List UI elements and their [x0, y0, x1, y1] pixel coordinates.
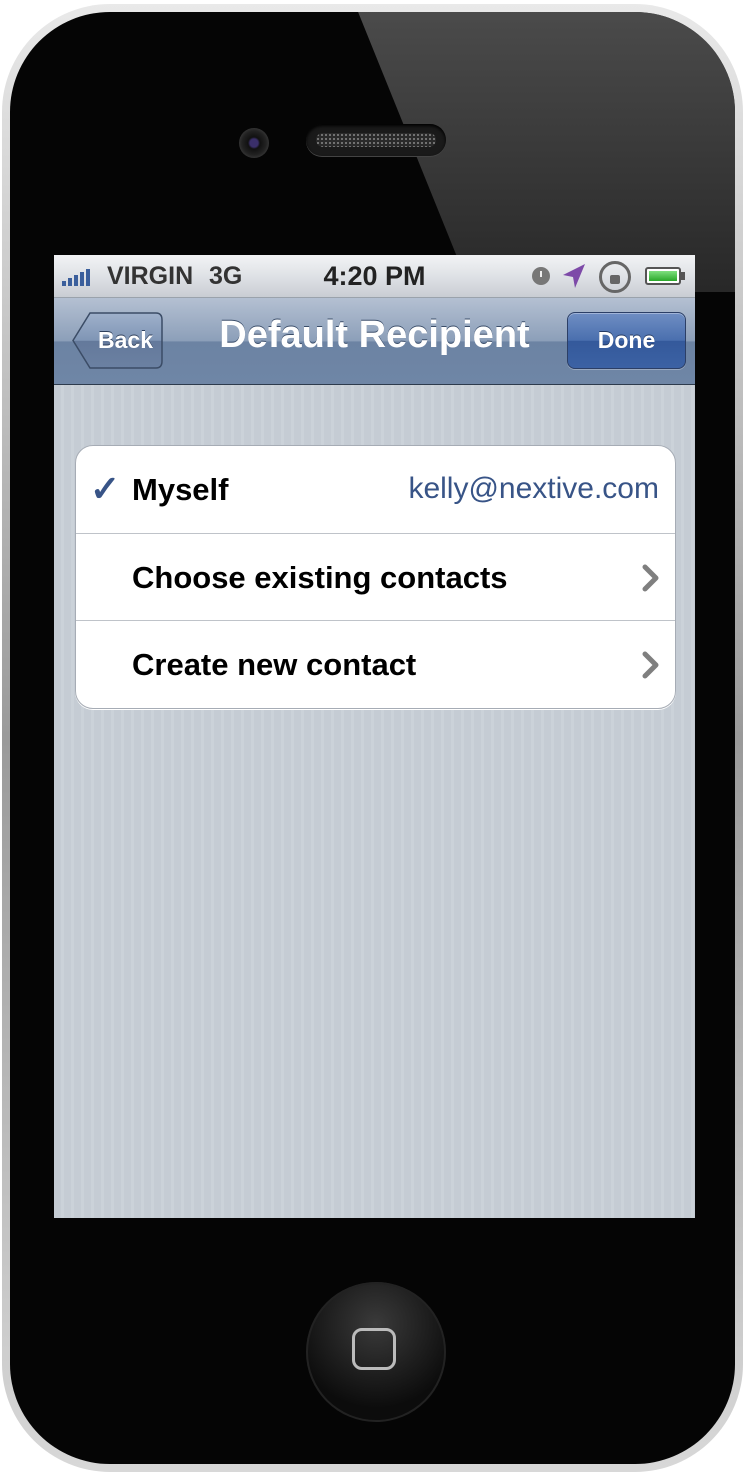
- checkmark-icon: ✓: [90, 468, 121, 509]
- option-choose-existing-contacts[interactable]: Choose existing contacts: [76, 533, 675, 621]
- chevron-right-icon: [642, 651, 659, 679]
- alarm-clock-icon: [532, 267, 550, 285]
- home-square-icon: [352, 1328, 396, 1370]
- option-create-new-contact[interactable]: Create new contact: [76, 620, 675, 708]
- location-arrow-icon: [563, 264, 585, 288]
- chevron-right-icon: [642, 564, 659, 592]
- earpiece-speaker: [306, 124, 446, 156]
- option-label: Myself: [132, 472, 229, 507]
- option-label: Choose existing contacts: [132, 560, 508, 595]
- recipient-options-group: ✓ Myself kelly@nextive.com Choose existi…: [75, 445, 676, 709]
- home-button[interactable]: [306, 1282, 446, 1422]
- option-label: Create new contact: [132, 647, 417, 682]
- battery-fill: [649, 271, 677, 281]
- speaker-grill: [316, 133, 436, 147]
- battery-tip: [681, 272, 685, 280]
- screen: VIRGIN 3G 4:20 PM Back Default Recipient…: [54, 255, 695, 1218]
- navigation-bar: Back Default Recipient Done: [54, 298, 695, 385]
- option-myself[interactable]: ✓ Myself kelly@nextive.com: [76, 446, 675, 533]
- status-bar: VIRGIN 3G 4:20 PM: [54, 255, 695, 298]
- done-button[interactable]: Done: [567, 312, 686, 369]
- front-camera: [239, 128, 269, 158]
- battery-icon: [645, 267, 681, 285]
- rotation-lock-icon: [599, 261, 631, 293]
- option-detail-email: kelly@nextive.com: [408, 472, 659, 505]
